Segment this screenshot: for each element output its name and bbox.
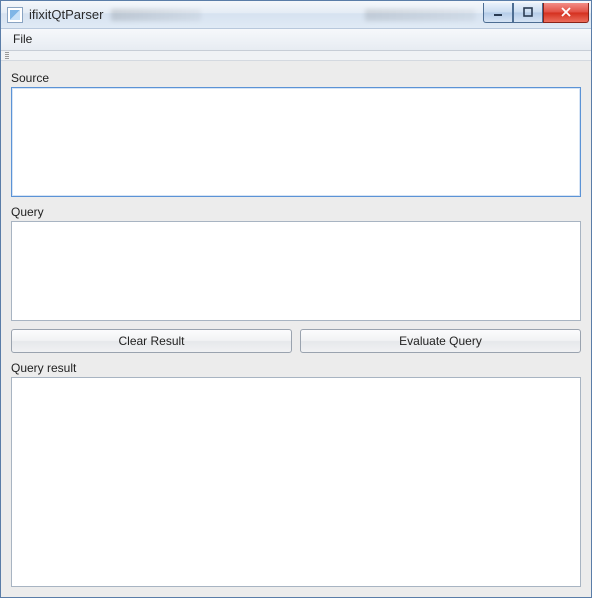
source-input[interactable] xyxy=(11,87,581,197)
toolbar-grip-icon xyxy=(5,52,9,60)
app-icon xyxy=(7,7,23,23)
titlebar-blur-right xyxy=(365,9,475,21)
button-row: Clear Result Evaluate Query xyxy=(11,329,581,353)
query-input[interactable] xyxy=(11,221,581,321)
evaluate-query-button[interactable]: Evaluate Query xyxy=(300,329,581,353)
minimize-icon xyxy=(493,7,503,17)
close-button[interactable] xyxy=(543,3,589,23)
menubar: File xyxy=(1,29,591,51)
maximize-button[interactable] xyxy=(513,3,543,23)
clear-result-button[interactable]: Clear Result xyxy=(11,329,292,353)
client-area: Source Query Clear Result Evaluate Query… xyxy=(1,61,591,597)
source-section: Source xyxy=(11,71,581,197)
query-label: Query xyxy=(11,205,581,219)
maximize-icon xyxy=(523,7,533,17)
window-title: ifixitQtParser xyxy=(29,7,103,22)
titlebar: ifixitQtParser xyxy=(1,1,591,29)
source-label: Source xyxy=(11,71,581,85)
result-label: Query result xyxy=(11,361,581,375)
titlebar-blur-left xyxy=(111,9,201,21)
close-icon xyxy=(561,7,571,17)
toolbar-strip xyxy=(1,51,591,61)
main-window: ifixitQtParser File Source Query xyxy=(0,0,592,598)
result-output[interactable] xyxy=(11,377,581,587)
menu-file[interactable]: File xyxy=(5,29,40,50)
window-controls xyxy=(483,3,589,23)
query-section: Query xyxy=(11,205,581,321)
result-section: Query result xyxy=(11,361,581,587)
minimize-button[interactable] xyxy=(483,3,513,23)
